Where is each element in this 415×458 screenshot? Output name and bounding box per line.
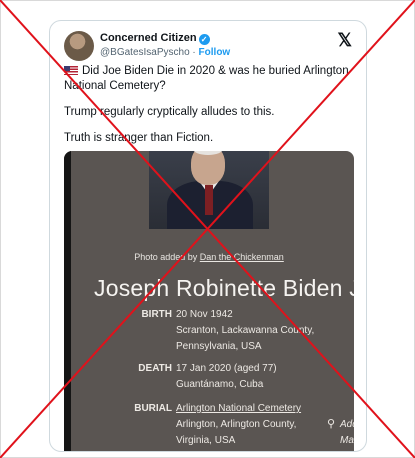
verified-badge-icon: ✓ xyxy=(198,34,210,45)
add-map-link[interactable]: Add Man xyxy=(340,417,354,449)
tweet-text: Did Joe Biden Die in 2020 & was he burie… xyxy=(64,64,356,157)
author-name-row[interactable]: Concerned Citizen ✓ xyxy=(100,32,210,45)
tweet-card[interactable]: Concerned Citizen ✓ @BGatesIsaPyscho · Fo… xyxy=(49,20,367,452)
burial-value: Arlington National Cemetery Arlington, Ar… xyxy=(176,403,302,446)
death-label: DEATH xyxy=(138,363,172,374)
burial-label: BURIAL xyxy=(134,403,172,414)
memorial-photo[interactable] xyxy=(149,151,269,229)
memorial-embed-image[interactable]: Photo added by Dan the Chickenman Joseph… xyxy=(64,151,354,451)
avatar[interactable] xyxy=(64,31,94,61)
memorial-person-name: Joseph Robinette Biden Jr. xyxy=(94,275,354,301)
screenshot-frame: Concerned Citizen ✓ @BGatesIsaPyscho · Fo… xyxy=(0,0,415,458)
map-pin-icon: ⚲ xyxy=(327,418,336,430)
embed-left-bar xyxy=(64,151,71,451)
tweet-line-1: Did Joe Biden Die in 2020 & was he burie… xyxy=(64,65,349,92)
follow-button[interactable]: Follow xyxy=(199,47,231,58)
handle-row: @BGatesIsaPyscho · Follow xyxy=(100,47,230,58)
birth-label: BIRTH xyxy=(141,309,172,320)
separator: · xyxy=(192,47,196,58)
tweet-line-3: Truth is stranger than Fiction. xyxy=(64,132,214,144)
burial-site-link[interactable]: Arlington National Cemetery xyxy=(176,403,301,414)
x-logo-icon[interactable]: 𝕏 xyxy=(337,30,352,51)
us-flag-icon xyxy=(64,66,78,75)
photo-credit-link[interactable]: Dan the Chickenman xyxy=(200,252,284,262)
tweet-line-2: Trump regularly cryptically alludes to t… xyxy=(64,106,275,118)
death-value: 17 Jan 2020 (aged 77) Guantánamo, Cuba xyxy=(176,363,277,390)
birth-value: 20 Nov 1942 Scranton, Lackawanna County, … xyxy=(176,309,315,352)
photo-credit: Photo added by Dan the Chickenman xyxy=(134,252,284,262)
handle[interactable]: @BGatesIsaPyscho xyxy=(100,47,190,58)
display-name[interactable]: Concerned Citizen xyxy=(100,32,197,44)
